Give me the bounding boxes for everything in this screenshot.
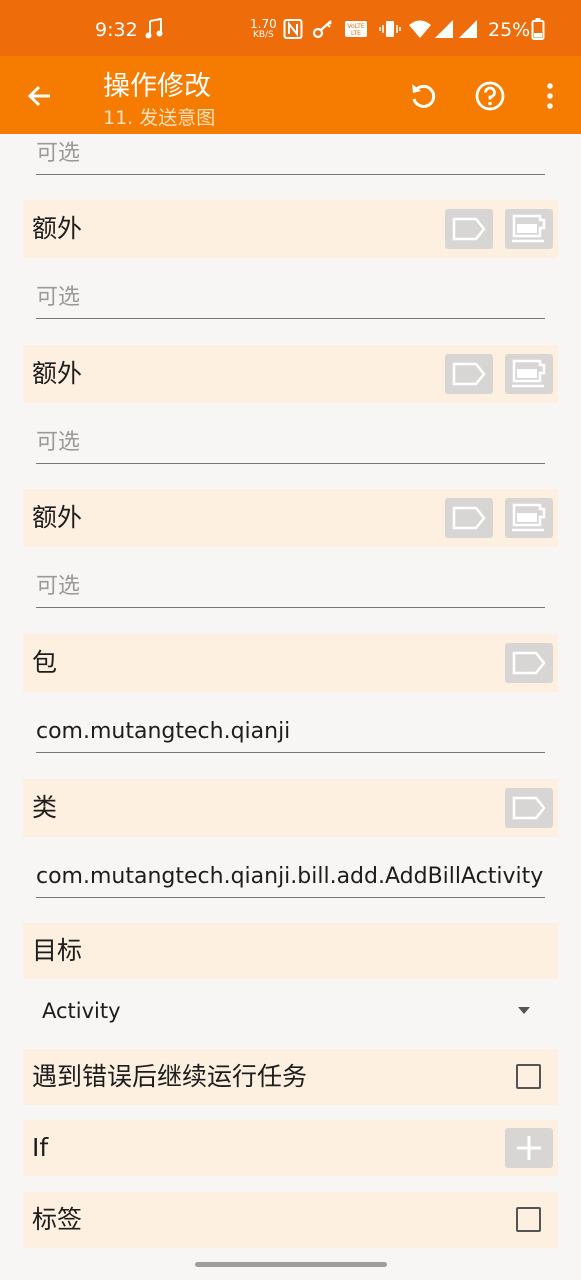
key-icon bbox=[312, 18, 334, 44]
continue-on-error-row[interactable]: 遇到错误后继续运行任务 bbox=[23, 1049, 558, 1105]
if-row: If bbox=[23, 1120, 558, 1176]
label-tag-icon bbox=[512, 651, 546, 675]
label-tag-icon bbox=[452, 217, 486, 241]
battery-percent: 25% bbox=[488, 19, 531, 41]
battery-icon bbox=[531, 18, 545, 44]
label-tag-icon bbox=[452, 362, 486, 386]
dropdown-arrow-icon bbox=[518, 1007, 530, 1014]
continue-on-error-label: 遇到错误后继续运行任务 bbox=[32, 1062, 308, 1091]
class-label: 类 bbox=[32, 793, 58, 822]
net-speed-value: 1.70 bbox=[250, 17, 277, 31]
vibrate-icon bbox=[379, 18, 401, 44]
variable-tag-button[interactable] bbox=[445, 498, 493, 538]
wifi-icon bbox=[408, 18, 432, 44]
extra-header: 额外 bbox=[23, 345, 558, 403]
more-button[interactable] bbox=[530, 76, 570, 116]
extra-label: 额外 bbox=[32, 214, 83, 243]
extra-label: 额外 bbox=[32, 359, 83, 388]
status-bar: 9:32 1.70 KB/S VoLTE LTE 25% bbox=[0, 0, 581, 60]
variable-tag-button[interactable] bbox=[505, 788, 553, 828]
extra-header: 额外 bbox=[23, 489, 558, 547]
if-label: If bbox=[32, 1133, 49, 1162]
gesture-nav-bar[interactable] bbox=[195, 1262, 387, 1267]
coffee-cup-icon bbox=[512, 214, 546, 243]
extra-input[interactable]: 可选 bbox=[36, 278, 545, 319]
svg-text:LTE: LTE bbox=[351, 30, 361, 37]
target-dropdown[interactable]: Activity bbox=[42, 993, 542, 1029]
back-arrow-icon bbox=[27, 85, 50, 107]
target-header: 目标 bbox=[23, 923, 558, 979]
volte-icon: VoLTE LTE bbox=[344, 18, 368, 44]
label-checkbox[interactable] bbox=[516, 1207, 541, 1232]
optional-input[interactable]: 可选 bbox=[36, 134, 545, 175]
package-label: 包 bbox=[32, 648, 58, 677]
coffee-button[interactable] bbox=[505, 498, 553, 538]
status-time: 9:32 bbox=[95, 19, 138, 41]
variable-tag-button[interactable] bbox=[505, 643, 553, 683]
label-tag-icon bbox=[452, 506, 486, 530]
target-selected: Activity bbox=[42, 999, 121, 1023]
label-row-label: 标签 bbox=[32, 1205, 83, 1234]
package-header: 包 bbox=[23, 634, 558, 692]
signal-icon bbox=[434, 18, 454, 44]
nfc-icon bbox=[283, 18, 303, 44]
coffee-cup-icon bbox=[512, 359, 546, 388]
net-speed: 1.70 KB/S bbox=[250, 17, 277, 40]
target-label: 目标 bbox=[32, 936, 83, 965]
page-title: 操作修改 bbox=[103, 71, 211, 102]
svg-text:VoLTE: VoLTE bbox=[347, 23, 364, 30]
undo-icon bbox=[412, 84, 436, 108]
help-icon bbox=[475, 81, 505, 111]
coffee-button[interactable] bbox=[505, 354, 553, 394]
add-condition-button[interactable] bbox=[505, 1128, 553, 1168]
variable-tag-button[interactable] bbox=[445, 354, 493, 394]
app-toolbar: 操作修改 11. 发送意图 bbox=[0, 56, 581, 134]
help-button[interactable] bbox=[470, 76, 510, 116]
plus-icon bbox=[517, 1136, 541, 1160]
net-speed-unit: KB/S bbox=[252, 30, 274, 40]
extra-input[interactable]: 可选 bbox=[36, 567, 545, 608]
continue-on-error-checkbox[interactable] bbox=[516, 1064, 541, 1089]
variable-tag-button[interactable] bbox=[445, 209, 493, 249]
class-header: 类 bbox=[23, 779, 558, 837]
extra-header: 额外 bbox=[23, 200, 558, 258]
label-tag-icon bbox=[512, 796, 546, 820]
signal-icon bbox=[458, 18, 478, 44]
package-input[interactable]: com.mutangtech.qianji bbox=[36, 712, 545, 753]
page-subtitle: 11. 发送意图 bbox=[103, 107, 216, 129]
back-button[interactable] bbox=[20, 76, 60, 116]
class-input[interactable]: com.mutangtech.qianji.bill.add.AddBillAc… bbox=[36, 857, 545, 898]
coffee-cup-icon bbox=[512, 503, 546, 532]
music-note-icon bbox=[145, 17, 163, 44]
coffee-button[interactable] bbox=[505, 209, 553, 249]
undo-button[interactable] bbox=[403, 76, 443, 116]
extra-input[interactable]: 可选 bbox=[36, 423, 545, 464]
extra-label: 额外 bbox=[32, 503, 83, 532]
more-vert-icon bbox=[547, 83, 553, 109]
label-row[interactable]: 标签 bbox=[23, 1192, 558, 1248]
